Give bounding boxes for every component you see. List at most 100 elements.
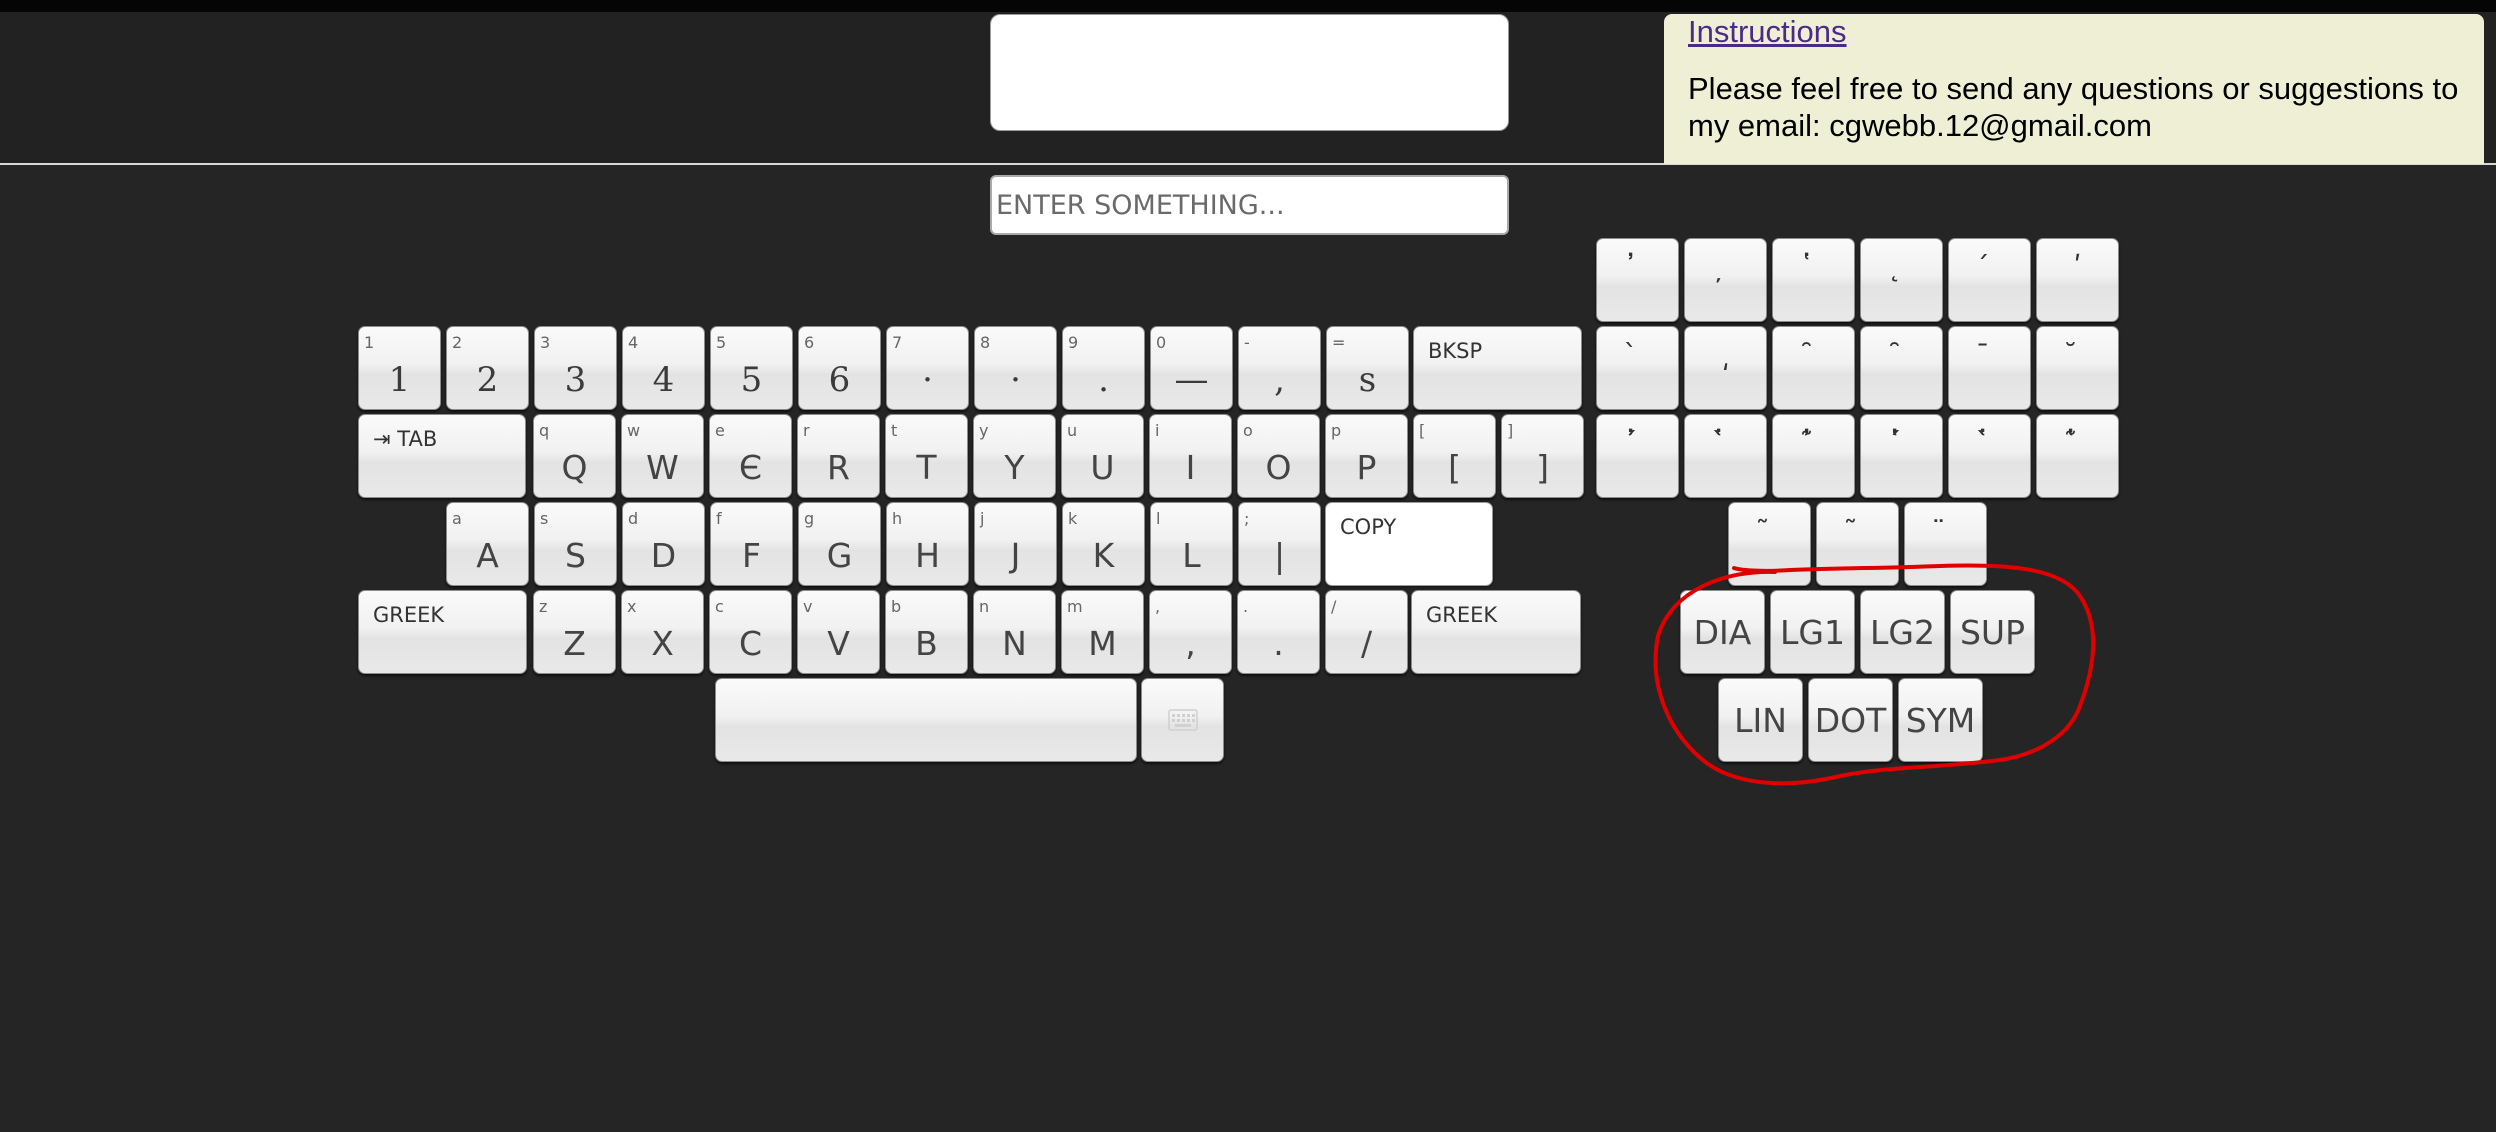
key-row2-0[interactable]: qQ (533, 414, 616, 498)
key-row1-9[interactable]: 0— (1150, 326, 1233, 410)
key-main-label: | (1273, 536, 1286, 575)
accent-key-row1-1[interactable]: ̦ (1684, 238, 1767, 322)
accent-key-row2-4[interactable]: ̄ (1948, 326, 2031, 410)
key-row2-7[interactable]: iI (1149, 414, 1232, 498)
accent-key-row2-1[interactable]: ͵ (1684, 326, 1767, 410)
key-sub-label: y (979, 421, 989, 440)
key-row4-2[interactable]: cC (709, 590, 792, 674)
greek-key-left[interactable]: GREEK (358, 590, 527, 674)
key-main-label: G (826, 536, 853, 575)
output-box[interactable] (990, 14, 1509, 131)
spacebar-key[interactable] (715, 678, 1137, 762)
key-row1-7[interactable]: 8 · (974, 326, 1057, 410)
key-row4-9[interactable]: / / (1325, 590, 1408, 674)
accent-key-row3-4[interactable]: ̔̀ (1948, 414, 2031, 498)
key-row2-8[interactable]: oO (1237, 414, 1320, 498)
accent-key-row3-5[interactable]: ̔͂ (2036, 414, 2119, 498)
accent-key-row3-2[interactable]: ̓͂ (1772, 414, 1855, 498)
accent-key-row1-4[interactable]: ́ (1948, 238, 2031, 322)
key-row4-3[interactable]: vV (797, 590, 880, 674)
key-sub-label: x (627, 597, 637, 616)
accent-mark: ̓́ (1597, 429, 1678, 457)
key-sub-label: m (1067, 597, 1083, 616)
key-sub-label: - (1244, 333, 1250, 352)
key-row1-11[interactable]: = s (1326, 326, 1409, 410)
key-row1-8[interactable]: 9. (1062, 326, 1145, 410)
key-sub-label: ] (1507, 421, 1514, 440)
accent-mark: ̑ (1773, 341, 1854, 369)
key-sub-label: e (715, 421, 725, 440)
accent-key-row2-0[interactable]: ̀ (1596, 326, 1679, 410)
accent-key-row3-1[interactable]: ̔̀ (1684, 414, 1767, 498)
key-row1-4[interactable]: 55 (710, 326, 793, 410)
key-main-label: U (1090, 448, 1115, 487)
accent-mark: ̃ (1729, 517, 1810, 545)
accent-key-row2-2[interactable]: ̑ (1772, 326, 1855, 410)
key-row3-5[interactable]: hH (886, 502, 969, 586)
key-row3-8[interactable]: lL (1150, 502, 1233, 586)
key-row3-0[interactable]: aA (446, 502, 529, 586)
accent-key-row2-3[interactable]: ̑ (1860, 326, 1943, 410)
accent-key-row1-5[interactable]: ʹ (2036, 238, 2119, 322)
key-row2-5[interactable]: yY (973, 414, 1056, 498)
key-row3-1[interactable]: sS (534, 502, 617, 586)
accent-key-row3-3[interactable]: ̔́ (1860, 414, 1943, 498)
key-sub-label: b (891, 597, 902, 616)
key-main-label: s (1358, 360, 1377, 400)
key-row4-0[interactable]: zZ (533, 590, 616, 674)
key-sub-label: 3 (540, 333, 551, 352)
key-row3-3[interactable]: fF (710, 502, 793, 586)
key-sub-label: h (892, 509, 903, 528)
key-row2-6[interactable]: uU (1061, 414, 1144, 498)
key-row1-1[interactable]: 22 (446, 326, 529, 410)
key-row1-5[interactable]: 66 (798, 326, 881, 410)
key-row2-1[interactable]: wW (621, 414, 704, 498)
accent-key-row1-0[interactable]: ̓ (1596, 238, 1679, 322)
key-row3-7[interactable]: kK (1062, 502, 1145, 586)
key-main-label: 4 (652, 360, 675, 400)
key-row2-9[interactable]: pP (1325, 414, 1408, 498)
key-row4-6[interactable]: mM (1061, 590, 1144, 674)
key-sub-label: v (803, 597, 813, 616)
key-row1-6[interactable]: 7 · (886, 326, 969, 410)
key-row1-3[interactable]: 44 (622, 326, 705, 410)
accent-key-row1-2[interactable]: ̔ (1772, 238, 1855, 322)
copy-button[interactable]: COPY (1325, 502, 1493, 586)
key-row2-3[interactable]: rR (797, 414, 880, 498)
tab-label: ⇥ TAB (373, 427, 438, 451)
key-row3-4[interactable]: gG (798, 502, 881, 586)
key-row1-2[interactable]: 33 (534, 326, 617, 410)
key-row2-2[interactable]: eЄ (709, 414, 792, 498)
key-row4-1[interactable]: xX (621, 590, 704, 674)
tab-key[interactable]: ⇥ TAB (358, 414, 526, 498)
text-input[interactable] (990, 175, 1509, 235)
key-row3-2[interactable]: dD (622, 502, 705, 586)
greek-key-right[interactable]: GREEK (1411, 590, 1581, 674)
key-row4-5[interactable]: nN (973, 590, 1056, 674)
key-row2-11[interactable]: ]] (1501, 414, 1584, 498)
key-main-label: . (1273, 624, 1284, 663)
key-row2-4[interactable]: tT (885, 414, 968, 498)
key-sub-label: q (539, 421, 550, 440)
key-main-label: 1 (388, 360, 411, 400)
key-row3-6[interactable]: jJ (974, 502, 1057, 586)
key-row2-10[interactable]: [[ (1413, 414, 1496, 498)
backspace-key[interactable]: BKSP (1413, 326, 1582, 410)
instructions-link[interactable]: Instructions (1688, 15, 2484, 49)
key-row1-0[interactable]: 11 (358, 326, 441, 410)
key-row4-4[interactable]: bB (885, 590, 968, 674)
key-row1-10[interactable]: -, (1238, 326, 1321, 410)
key-row3-9[interactable]: ; | (1238, 502, 1321, 586)
accent-key-row1-3[interactable]: ̨ (1860, 238, 1943, 322)
key-sub-label: f (716, 509, 722, 528)
accent-mark: ʹ (2073, 250, 2082, 283)
keyboard-toggle-key[interactable] (1141, 678, 1224, 762)
key-main-label: . (1098, 360, 1109, 400)
accent-key-row2-5[interactable]: ̆ (2036, 326, 2119, 410)
accent-mark: ̓ (1597, 253, 1678, 281)
key-main-label: B (915, 624, 938, 663)
accent-mark: ̓͂ (1773, 429, 1854, 457)
accent-key-row3-0[interactable]: ̓́ (1596, 414, 1679, 498)
key-row4-8[interactable]: .. (1237, 590, 1320, 674)
key-row4-7[interactable]: ,, (1149, 590, 1232, 674)
